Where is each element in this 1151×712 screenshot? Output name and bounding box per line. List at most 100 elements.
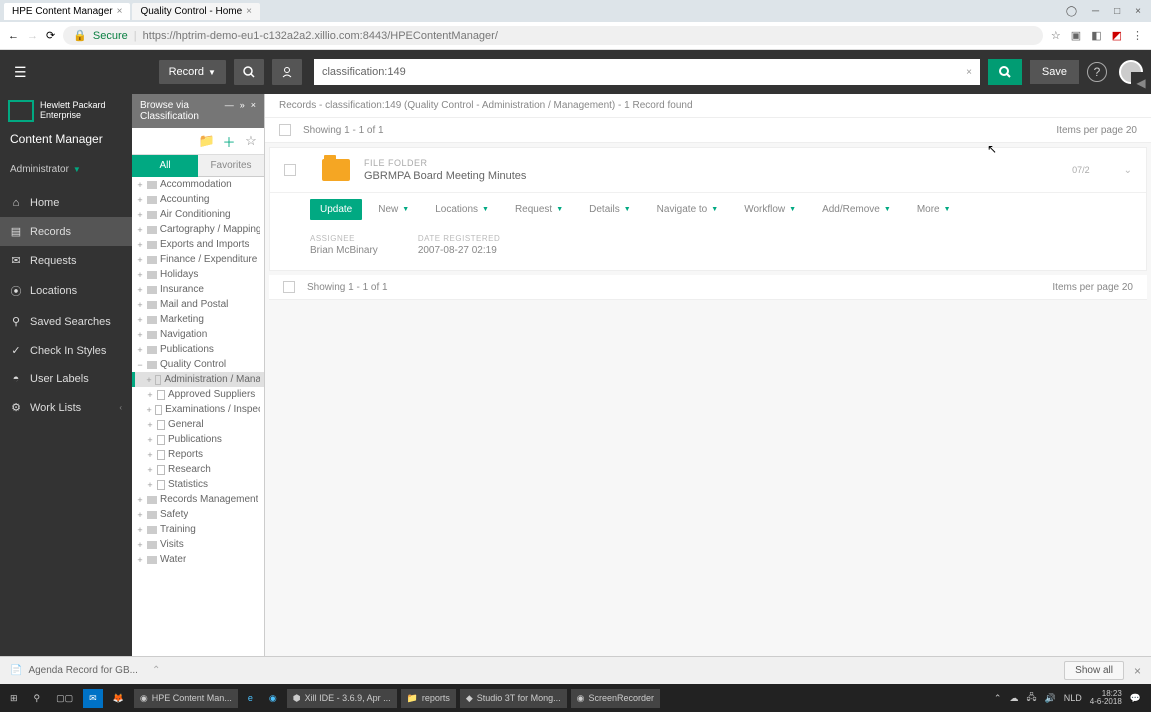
screenrecorder-task[interactable]: ◉ScreenRecorder xyxy=(571,689,660,708)
close-panel-icon[interactable]: × xyxy=(251,100,256,122)
back-icon[interactable]: ← xyxy=(8,30,19,42)
add-remove-button[interactable]: Add/Remove▼ xyxy=(812,199,901,220)
expand-icon[interactable]: ⌄ xyxy=(1124,165,1132,176)
nav-locations[interactable]: ⦿Locations xyxy=(0,275,132,307)
expand-icon[interactable]: + xyxy=(136,345,144,355)
firefox-icon[interactable]: 🦊 xyxy=(107,689,130,708)
expand-icon[interactable]: + xyxy=(146,465,154,475)
save-button[interactable]: Save xyxy=(1030,60,1079,84)
navigate-button[interactable]: Navigate to▼ xyxy=(647,199,729,220)
network-icon[interactable]: 🖧 xyxy=(1026,690,1036,706)
volume-icon[interactable]: 🔊 xyxy=(1045,693,1056,704)
expand-icon[interactable]: + xyxy=(146,450,154,460)
expand-icon[interactable]: + xyxy=(136,315,144,325)
chevron-up-icon[interactable]: ⌃ xyxy=(152,665,160,676)
lang-indicator[interactable]: NLD xyxy=(1064,693,1082,703)
update-button[interactable]: Update xyxy=(310,199,362,220)
expand-icon[interactable]: + xyxy=(146,405,152,415)
tree-item[interactable]: +Research xyxy=(132,462,264,477)
expand-icon[interactable]: + xyxy=(136,210,144,220)
workflow-button[interactable]: Workflow▼ xyxy=(734,199,806,220)
close-icon[interactable]: × xyxy=(117,6,123,17)
tab-favorites[interactable]: Favorites xyxy=(198,155,264,177)
tree-item[interactable]: +Publications xyxy=(132,342,264,357)
expand-icon[interactable]: + xyxy=(146,480,154,490)
expand-icon[interactable]: + xyxy=(146,420,154,430)
tree-item[interactable]: +Water xyxy=(132,552,264,567)
expand-icon[interactable]: + xyxy=(136,240,144,250)
details-button[interactable]: Details▼ xyxy=(579,199,641,220)
tree-item[interactable]: +General xyxy=(132,417,264,432)
expand-icon[interactable]: + xyxy=(136,525,144,535)
expand-icon[interactable]: + xyxy=(136,225,144,235)
tree-item[interactable]: +Mail and Postal xyxy=(132,297,264,312)
tree-item[interactable]: −Quality Control xyxy=(132,357,264,372)
new-button[interactable]: New▼ xyxy=(368,199,419,220)
expand-icon[interactable]: + xyxy=(136,255,144,265)
outlook-icon[interactable]: ✉ xyxy=(83,689,103,708)
tray-chevron-icon[interactable]: ⌃ xyxy=(994,693,1002,704)
record-checkbox[interactable] xyxy=(284,164,296,176)
nav-requests[interactable]: ✉Requests xyxy=(0,246,132,275)
favorite-icon[interactable]: ☆ xyxy=(242,132,260,150)
search-options-icon[interactable] xyxy=(234,59,264,85)
extension-icon-2[interactable]: ◧ xyxy=(1091,29,1101,42)
extension-icon[interactable]: ▣ xyxy=(1071,29,1081,42)
collapse-icon[interactable]: − xyxy=(136,360,144,370)
browser-tab-1[interactable]: HPE Content Manager × xyxy=(4,3,130,20)
tree-item[interactable]: +Holidays xyxy=(132,267,264,282)
select-all-checkbox-bottom[interactable] xyxy=(283,281,295,293)
extension-icon-3[interactable]: ◩ xyxy=(1112,29,1122,42)
xill-ide-task[interactable]: ⬢Xill IDE - 3.6.9, Apr ... xyxy=(287,689,397,708)
minimize-icon[interactable]: ─ xyxy=(1092,6,1099,17)
record-title[interactable]: GBRMPA Board Meeting Minutes xyxy=(364,170,1058,182)
tree-item[interactable]: +Administration / Management xyxy=(132,372,264,387)
nav-work-lists[interactable]: ⚙Work Lists‹ xyxy=(0,393,132,422)
nav-user-labels[interactable]: ◓User Labels xyxy=(0,365,132,393)
expand-icon[interactable]: + xyxy=(136,555,144,565)
locations-button[interactable]: Locations▼ xyxy=(425,199,499,220)
profile-icon[interactable]: ◯ xyxy=(1066,6,1077,17)
tree-item[interactable]: +Navigation xyxy=(132,327,264,342)
tree-item[interactable]: +Finance / Expenditure xyxy=(132,252,264,267)
close-icon[interactable]: × xyxy=(246,6,252,17)
expand-icon[interactable]: + xyxy=(136,285,144,295)
expand-icon[interactable]: + xyxy=(136,195,144,205)
nav-saved-searches[interactable]: ⚲Saved Searches xyxy=(0,307,132,336)
clear-icon[interactable]: × xyxy=(966,67,972,78)
search-button[interactable] xyxy=(988,59,1022,85)
help-icon[interactable]: ? xyxy=(1087,62,1107,82)
download-item[interactable]: 📄 Agenda Record for GB... ⌃ xyxy=(10,665,160,676)
show-all-button[interactable]: Show all xyxy=(1064,661,1124,680)
tree-item[interactable]: +Training xyxy=(132,522,264,537)
hamburger-icon[interactable]: ☰ xyxy=(8,58,33,87)
tree-item[interactable]: +Records Management xyxy=(132,492,264,507)
tree-item[interactable]: +Marketing xyxy=(132,312,264,327)
tree-item[interactable]: +Visits xyxy=(132,537,264,552)
admin-selector[interactable]: Administrator ▼ xyxy=(0,150,132,189)
edge-icon[interactable]: e xyxy=(242,689,259,707)
expand-icon[interactable]: + xyxy=(146,375,152,385)
select-all-checkbox[interactable] xyxy=(279,124,291,136)
tree-item[interactable]: +Insurance xyxy=(132,282,264,297)
expand-icon[interactable]: + xyxy=(136,510,144,520)
tree-item[interactable]: +Statistics xyxy=(132,477,264,492)
tab-all[interactable]: All xyxy=(132,155,198,177)
maximize-icon[interactable]: □ xyxy=(1114,6,1120,17)
expand-icon[interactable]: + xyxy=(136,300,144,310)
clock[interactable]: 18:23 4-6-2018 xyxy=(1090,690,1122,706)
expand-icon[interactable]: + xyxy=(136,540,144,550)
more-button[interactable]: More▼ xyxy=(907,199,961,220)
nav-home[interactable]: ⌂Home xyxy=(0,189,132,217)
browser-tab-2[interactable]: Quality Control - Home × xyxy=(132,3,260,20)
tree-item[interactable]: +Cartography / Mapping xyxy=(132,222,264,237)
start-button[interactable]: ⊞ xyxy=(4,689,24,708)
expand-icon[interactable]: + xyxy=(146,390,154,400)
chrome-task[interactable]: ◉HPE Content Man... xyxy=(134,689,238,708)
expand-icon[interactable]: + xyxy=(136,330,144,340)
url-input[interactable]: 🔒 Secure | https://hptrim-demo-eu1-c132a… xyxy=(63,26,1043,45)
expand-icon[interactable]: + xyxy=(146,435,154,445)
new-folder-icon[interactable]: 📁 xyxy=(198,132,216,150)
expand-icon[interactable]: + xyxy=(136,495,144,505)
studio3t-task[interactable]: ◆Studio 3T for Mong... xyxy=(460,689,567,708)
